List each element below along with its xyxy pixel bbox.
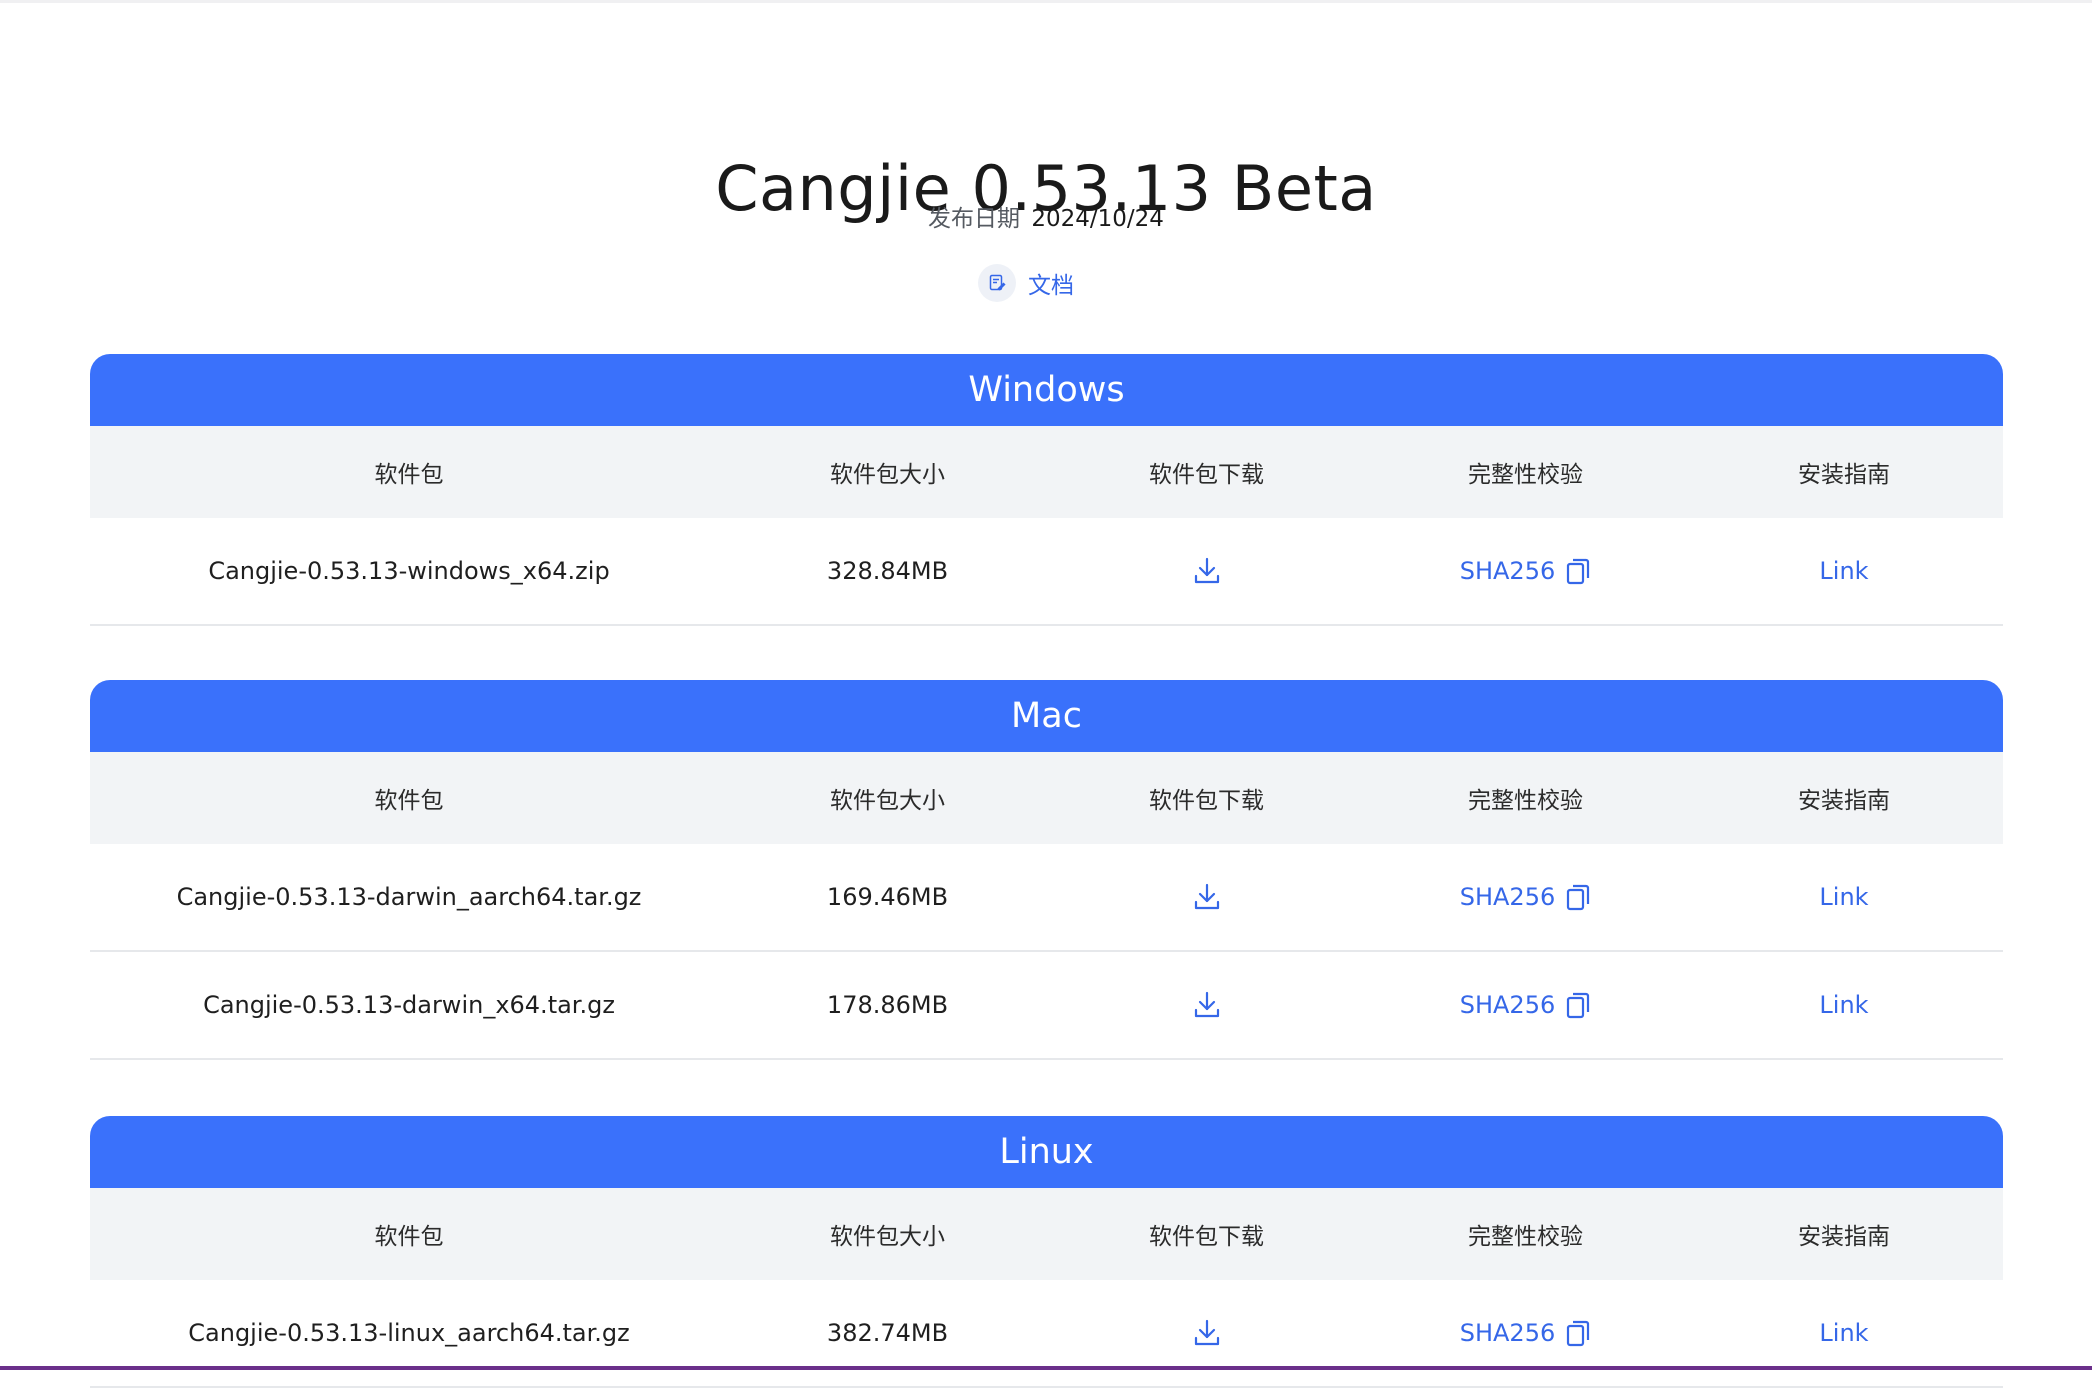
column-header-size: 软件包大小 [830, 788, 945, 814]
section-title: Linux [90, 1116, 2003, 1188]
sha256-button[interactable]: SHA256 [1460, 990, 1592, 1020]
table-header: 软件包 软件包大小 软件包下载 完整性校验 安装指南 [90, 426, 2003, 518]
column-header-package: 软件包 [374, 462, 444, 488]
table-row: Cangjie-0.53.13-windows_x64.zip 328.84MB… [90, 518, 2003, 626]
section-title: Windows [90, 354, 2003, 426]
sha256-label: SHA256 [1459, 991, 1556, 1019]
top-divider [0, 0, 2092, 3]
section-title: Mac [90, 680, 2003, 752]
checksum-cell: SHA256 [1366, 882, 1685, 912]
column-header-guide: 安装指南 [1798, 462, 1890, 488]
package-name: Cangjie-0.53.13-darwin_aarch64.tar.gz [176, 883, 642, 911]
package-size: 169.46MB [826, 883, 949, 911]
table-row: Cangjie-0.53.13-linux_aarch64.tar.gz 382… [90, 1280, 2003, 1388]
column-header-download: 软件包下载 [1149, 462, 1264, 488]
download-cell [1047, 985, 1366, 1025]
release-info: 发布日期 2024/10/24 [0, 203, 2092, 235]
column-header-checksum: 完整性校验 [1468, 1224, 1583, 1250]
table-row: Cangjie-0.53.13-darwin_x64.tar.gz 178.86… [90, 952, 2003, 1060]
download-icon[interactable] [1187, 551, 1227, 591]
column-header-package: 软件包 [374, 788, 444, 814]
download-cell [1047, 1313, 1366, 1353]
checksum-cell: SHA256 [1366, 556, 1685, 586]
install-guide-link[interactable]: Link [1819, 557, 1868, 585]
guide-cell: Link [1685, 1319, 2003, 1347]
column-header-guide: 安装指南 [1798, 788, 1890, 814]
section-mac: Mac 软件包 软件包大小 软件包下载 完整性校验 安装指南 Cangjie-0… [90, 680, 2003, 1060]
download-cell [1047, 877, 1366, 917]
column-header-checksum: 完整性校验 [1468, 788, 1583, 814]
install-guide-link[interactable]: Link [1819, 991, 1868, 1019]
copy-icon [1565, 556, 1591, 586]
package-name: Cangjie-0.53.13-windows_x64.zip [208, 557, 610, 585]
bottom-divider [0, 1366, 2092, 1370]
sha256-button[interactable]: SHA256 [1460, 1318, 1592, 1348]
section-windows: Windows 软件包 软件包大小 软件包下载 完整性校验 安装指南 Cangj… [90, 354, 2003, 626]
column-header-package: 软件包 [374, 1224, 444, 1250]
docs-link[interactable]: 文档 [978, 263, 1074, 303]
checksum-cell: SHA256 [1366, 990, 1685, 1020]
package-name: Cangjie-0.53.13-darwin_x64.tar.gz [203, 991, 615, 1019]
install-guide-link[interactable]: Link [1819, 883, 1868, 911]
guide-cell: Link [1685, 883, 2003, 911]
release-date-label: 发布日期 [928, 206, 1021, 232]
sha256-label: SHA256 [1459, 557, 1556, 585]
package-size: 382.74MB [826, 1319, 949, 1347]
sha256-label: SHA256 [1459, 1319, 1556, 1347]
download-icon[interactable] [1187, 1313, 1227, 1353]
column-header-download: 软件包下载 [1149, 1224, 1264, 1250]
copy-icon [1565, 882, 1591, 912]
download-cell [1047, 551, 1366, 591]
table-header: 软件包 软件包大小 软件包下载 完整性校验 安装指南 [90, 1188, 2003, 1280]
section-linux: Linux 软件包 软件包大小 软件包下载 完整性校验 安装指南 Cangjie… [90, 1116, 2003, 1388]
package-size: 328.84MB [826, 557, 949, 585]
download-icon[interactable] [1187, 877, 1227, 917]
docs-label: 文档 [1028, 273, 1074, 299]
sha256-button[interactable]: SHA256 [1460, 882, 1592, 912]
table-header: 软件包 软件包大小 软件包下载 完整性校验 安装指南 [90, 752, 2003, 844]
column-header-guide: 安装指南 [1798, 1224, 1890, 1250]
column-header-checksum: 完整性校验 [1468, 462, 1583, 488]
copy-icon [1565, 990, 1591, 1020]
column-header-download: 软件包下载 [1149, 788, 1264, 814]
sha256-label: SHA256 [1459, 883, 1556, 911]
package-name: Cangjie-0.53.13-linux_aarch64.tar.gz [188, 1319, 630, 1347]
column-header-size: 软件包大小 [830, 462, 945, 488]
download-icon[interactable] [1187, 985, 1227, 1025]
package-size: 178.86MB [826, 991, 949, 1019]
document-icon [978, 264, 1016, 302]
sha256-button[interactable]: SHA256 [1460, 556, 1592, 586]
guide-cell: Link [1685, 557, 2003, 585]
copy-icon [1565, 1318, 1591, 1348]
guide-cell: Link [1685, 991, 2003, 1019]
install-guide-link[interactable]: Link [1819, 1319, 1868, 1347]
release-date-value: 2024/10/24 [1031, 206, 1164, 232]
table-row: Cangjie-0.53.13-darwin_aarch64.tar.gz 16… [90, 844, 2003, 952]
checksum-cell: SHA256 [1366, 1318, 1685, 1348]
column-header-size: 软件包大小 [830, 1224, 945, 1250]
